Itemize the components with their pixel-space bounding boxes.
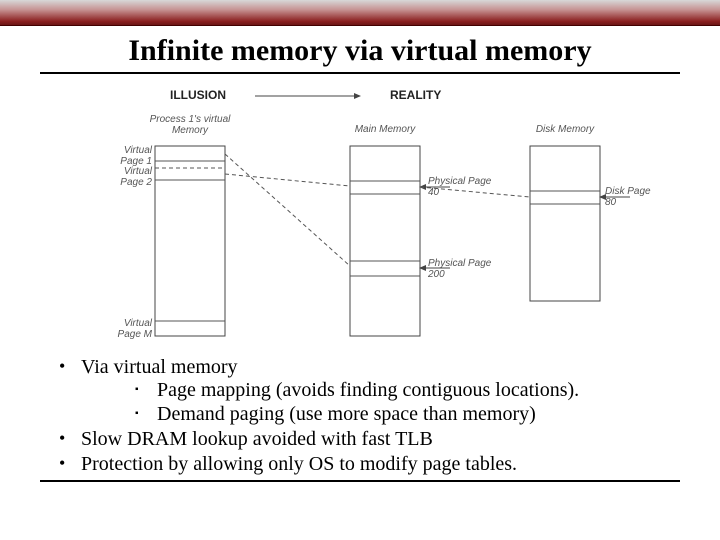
hdr-illusion: ILLUSION [170,88,226,102]
lbl-pp200: Physical Page 200 [428,258,491,280]
col-disk: Disk Memory [525,124,605,135]
bullet-1-sub-1: Page mapping (avoids finding contiguous … [131,379,680,402]
lbl-pp40: Physical Page 40 [428,176,491,198]
hdr-reality: REALITY [390,88,441,102]
col-virtual: Process 1's virtual Memory [140,114,240,136]
slide-title: Infinite memory via virtual memory [0,26,720,70]
closing-rule [40,480,680,482]
bullet-1: Via virtual memory Page mapping (avoids … [55,356,680,426]
bullet-1-text: Via virtual memory [81,356,238,378]
vm-figure: ILLUSION REALITY Process 1's virtual Mem… [70,86,650,346]
bullet-3: Protection by allowing only OS to modify… [55,453,680,476]
lbl-dp80: Disk Page 80 [605,186,651,208]
lbl-vpM: Virtual Page M [112,318,152,340]
title-underline [40,72,680,74]
lbl-vp2: Virtual Page 2 [112,166,152,188]
bullet-2: Slow DRAM lookup avoided with fast TLB [55,428,680,451]
col-main: Main Memory [345,124,425,135]
lbl-vp1: Virtual Page 1 [112,145,152,167]
bullet-1-sub-2: Demand paging (use more space than memor… [131,403,680,426]
header-gradient-bar [0,0,720,26]
bullet-list: Via virtual memory Page mapping (avoids … [55,356,680,476]
